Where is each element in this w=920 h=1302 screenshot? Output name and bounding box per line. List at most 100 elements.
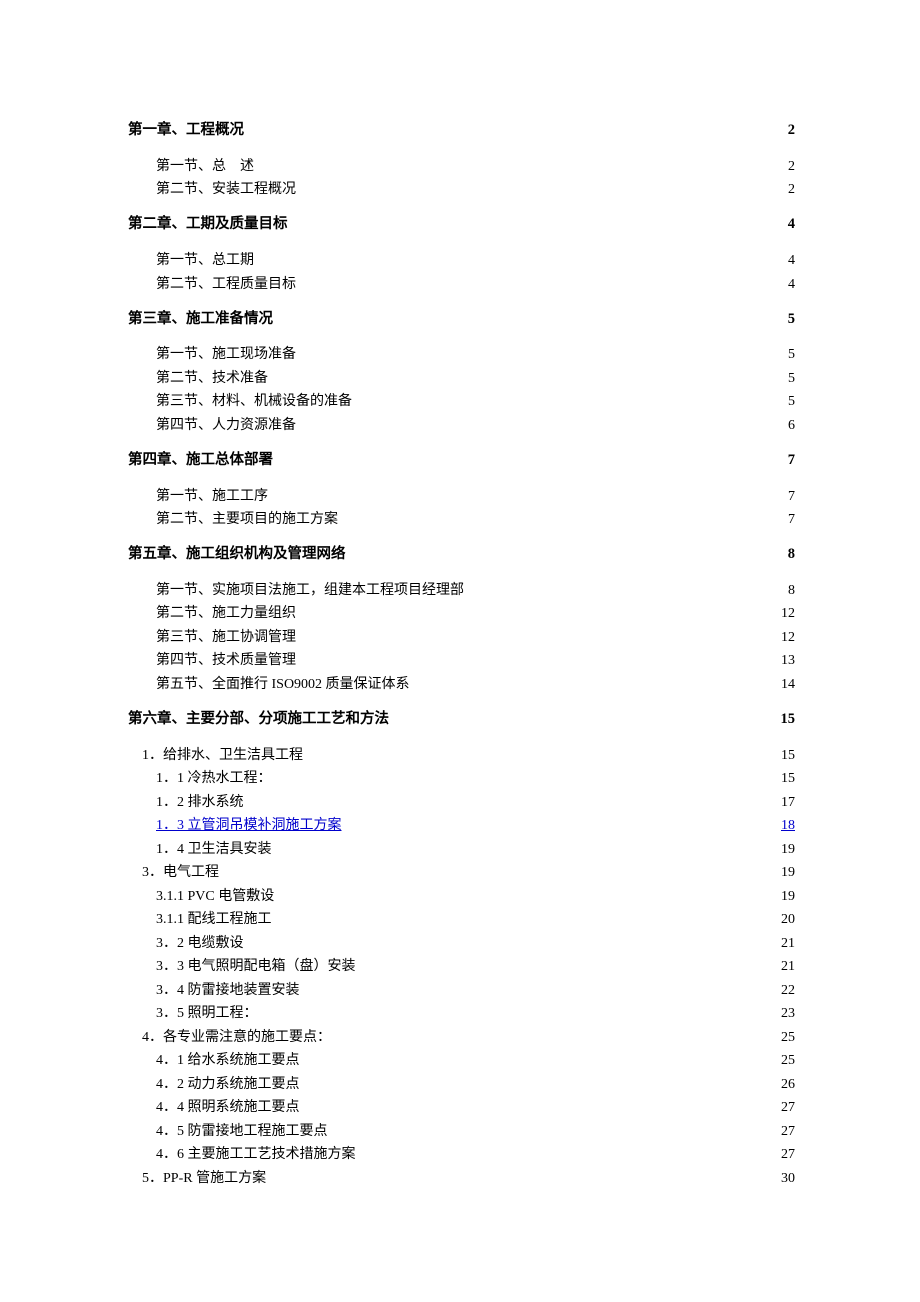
- toc-page-number: 22: [781, 980, 795, 1001]
- toc-entry: 4．2 动力系统施工要点 26: [128, 1074, 795, 1095]
- toc-entry: 第二节、安装工程概况2: [128, 179, 795, 200]
- toc-entry: 第一章、工程概况 2: [128, 120, 795, 142]
- toc-title: 第四节、人力资源准备: [156, 415, 296, 436]
- toc-title: 第二节、主要项目的施工方案: [156, 509, 338, 530]
- toc-title: 第四节、技术质量管理: [156, 650, 296, 671]
- toc-title: 3．3 电气照明配电箱（盘）安装: [156, 956, 356, 977]
- toc-page-number: 4: [788, 250, 795, 271]
- table-of-contents: 第一章、工程概况2第一节、总 述2第二节、安装工程概况2第二章、工期及质量目标4…: [128, 120, 795, 1189]
- toc-page-number: 4: [788, 274, 795, 295]
- toc-entry: 4．各专业需注意的施工要点： 25: [128, 1027, 795, 1048]
- toc-title: 第一节、施工现场准备: [156, 344, 296, 365]
- toc-page-number: 5: [788, 391, 795, 412]
- toc-page-number: 27: [781, 1097, 795, 1118]
- toc-page-number: 23: [781, 1003, 795, 1024]
- toc-page-number: 7: [788, 509, 795, 530]
- toc-page-number: 14: [781, 674, 795, 695]
- toc-entry: 第一节、实施项目法施工，组建本工程项目经理部 8: [128, 580, 795, 601]
- toc-entry: 第四节、人力资源准备 6: [128, 415, 795, 436]
- toc-entry: 第三章、施工准备情况 5: [128, 309, 795, 331]
- toc-entry: 3．电气工程 19: [128, 862, 795, 883]
- toc-entry: 第一节、施工工序7: [128, 486, 795, 507]
- toc-page-number: 2: [788, 156, 795, 177]
- toc-title: 1．4 卫生洁具安装: [156, 839, 272, 860]
- toc-title: 4．2 动力系统施工要点: [156, 1074, 300, 1095]
- toc-title: 4．4 照明系统施工要点: [156, 1097, 300, 1118]
- toc-title: 3．2 电缆敷设: [156, 933, 244, 954]
- toc-entry: 4．6 主要施工工艺技术措施方案 27: [128, 1144, 795, 1165]
- toc-entry: 3.1.1 配线工程施工20: [128, 909, 795, 930]
- toc-entry: 第四章、施工总体部署7: [128, 450, 795, 472]
- toc-entry: 第二节、技术准备5: [128, 368, 795, 389]
- toc-entry: 第三节、材料、机械设备的准备 5: [128, 391, 795, 412]
- toc-title: 1．1 冷热水工程：: [156, 768, 272, 789]
- toc-page-number: 19: [781, 839, 795, 860]
- toc-title: 3．电气工程: [142, 862, 219, 883]
- toc-page-number: 2: [788, 120, 795, 142]
- toc-page-number: 21: [781, 933, 795, 954]
- toc-title: 3.1.1 PVC 电管敷设: [156, 886, 274, 907]
- toc-entry: 3.1.1 PVC 电管敷设 19: [128, 886, 795, 907]
- toc-page-number: 21: [781, 956, 795, 977]
- toc-page-number: 19: [781, 862, 795, 883]
- toc-page-number: 5: [788, 344, 795, 365]
- toc-entry: 第五章、施工组织机构及管理网络 8: [128, 544, 795, 566]
- toc-entry: 第一节、总 述 2: [128, 156, 795, 177]
- toc-page-number: 2: [788, 179, 795, 200]
- toc-entry: 3．4 防雷接地装置安装 22: [128, 980, 795, 1001]
- toc-page-number: 27: [781, 1121, 795, 1142]
- toc-entry: 第二节、主要项目的施工方案 7: [128, 509, 795, 530]
- toc-title: 4．1 给水系统施工要点: [156, 1050, 300, 1071]
- toc-page-number: 8: [788, 544, 795, 566]
- toc-title: 第二节、施工力量组织: [156, 603, 296, 624]
- toc-entry: 4．5 防雷接地工程施工要点 27: [128, 1121, 795, 1142]
- toc-title: 第三章、施工准备情况: [128, 309, 273, 331]
- toc-title: 4．各专业需注意的施工要点：: [142, 1027, 331, 1048]
- toc-entry: 4．1 给水系统施工要点25: [128, 1050, 795, 1071]
- toc-page-number: 27: [781, 1144, 795, 1165]
- toc-page-number: 5: [788, 309, 795, 331]
- toc-title[interactable]: 1．3 立管洞吊模补洞施工方案: [156, 815, 342, 836]
- toc-title: 第一节、实施项目法施工，组建本工程项目经理部: [156, 580, 464, 601]
- toc-entry: 第四节、技术质量管理 13: [128, 650, 795, 671]
- toc-page-number: 17: [781, 792, 795, 813]
- toc-page-number: 8: [788, 580, 795, 601]
- toc-title: 4．6 主要施工工艺技术措施方案: [156, 1144, 356, 1165]
- toc-title: 第一章、工程概况: [128, 120, 244, 142]
- toc-page-number: 15: [781, 709, 796, 731]
- toc-title: 第一节、总工期: [156, 250, 254, 271]
- toc-entry: 第二节、工程质量目标4: [128, 274, 795, 295]
- toc-page-number: 20: [781, 909, 795, 930]
- toc-entry: 第五节、全面推行 ISO9002 质量保证体系14: [128, 674, 795, 695]
- toc-page-number: 26: [781, 1074, 795, 1095]
- toc-page-number[interactable]: 18: [781, 815, 795, 836]
- toc-entry: 第三节、施工协调管理12: [128, 627, 795, 648]
- toc-title: 第一节、施工工序: [156, 486, 268, 507]
- toc-entry: 第一节、总工期 4: [128, 250, 795, 271]
- toc-title: 5．PP-R 管施工方案: [142, 1168, 266, 1189]
- toc-title: 4．5 防雷接地工程施工要点: [156, 1121, 328, 1142]
- toc-page-number: 12: [781, 627, 795, 648]
- toc-entry: 1．1 冷热水工程： 15: [128, 768, 795, 789]
- toc-page-number: 15: [781, 768, 795, 789]
- toc-page-number: 13: [781, 650, 795, 671]
- toc-entry: 1．4 卫生洁具安装 19: [128, 839, 795, 860]
- toc-entry: 5．PP-R 管施工方案 30: [128, 1168, 795, 1189]
- toc-title: 第三节、材料、机械设备的准备: [156, 391, 352, 412]
- toc-entry: 第六章、主要分部、分项施工工艺和方法15: [128, 709, 795, 731]
- toc-entry: 3．3 电气照明配电箱（盘）安装 21: [128, 956, 795, 977]
- toc-entry: 1．2 排水系统17: [128, 792, 795, 813]
- toc-entry: 第二节、施工力量组织12: [128, 603, 795, 624]
- toc-entry: 第一节、施工现场准备 5: [128, 344, 795, 365]
- toc-page-number: 19: [781, 886, 795, 907]
- toc-page-number: 6: [788, 415, 795, 436]
- toc-page-number: 25: [781, 1027, 795, 1048]
- toc-page-number: 7: [788, 450, 795, 472]
- toc-page-number: 30: [781, 1168, 795, 1189]
- toc-title: 第二章、工期及质量目标: [128, 214, 288, 236]
- toc-title: 3．4 防雷接地装置安装: [156, 980, 300, 1001]
- toc-entry: 3．5 照明工程：23: [128, 1003, 795, 1024]
- toc-title: 第五章、施工组织机构及管理网络: [128, 544, 346, 566]
- toc-title: 第一节、总 述: [156, 156, 254, 177]
- toc-entry: 3．2 电缆敷设 21: [128, 933, 795, 954]
